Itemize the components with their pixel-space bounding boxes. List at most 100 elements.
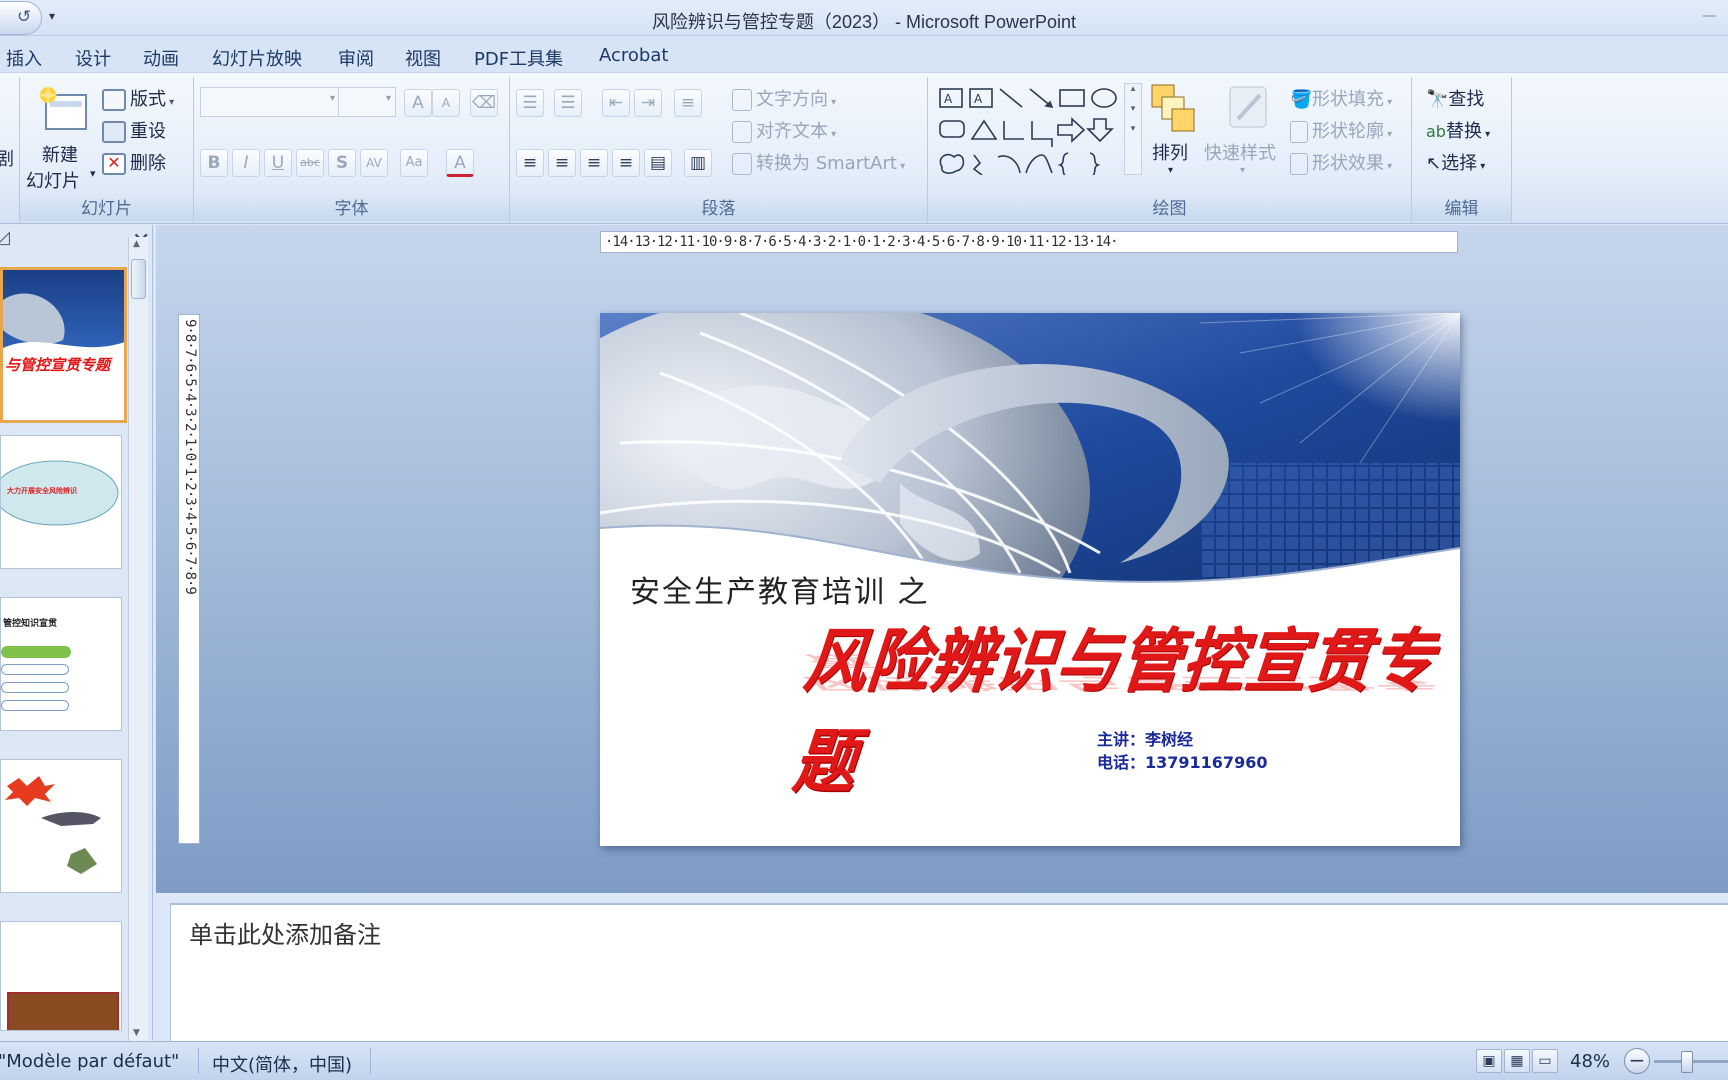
- outline-tab-icon[interactable]: ◿: [0, 227, 10, 248]
- new-slide-dropdown-icon[interactable]: ▾: [90, 167, 96, 180]
- select-label: 选择: [1441, 153, 1478, 174]
- zoom-slider-thumb[interactable]: [1681, 1051, 1693, 1073]
- shape-fill-label: 形状填充: [1312, 89, 1384, 110]
- font-group: ▾ ▾ A A ⌫ B I U abc S AV Aa A 字体: [194, 77, 510, 223]
- strikethrough-button[interactable]: abc: [296, 149, 324, 177]
- distribute-icon[interactable]: ▤: [644, 149, 672, 177]
- shape-effects-label: 形状效果: [1312, 153, 1384, 174]
- find-button[interactable]: 🔭查找: [1426, 85, 1484, 111]
- select-button[interactable]: ↖选择 ▾: [1426, 149, 1485, 175]
- justify-icon[interactable]: ≡: [612, 149, 640, 177]
- scroll-up-icon[interactable]: ▲: [133, 239, 140, 249]
- tab-design[interactable]: 设计: [75, 45, 111, 71]
- line-spacing-icon[interactable]: ≡: [674, 89, 702, 117]
- window-title: 风险辨识与管控专题（2023） - Microsoft PowerPoint: [651, 12, 1077, 32]
- clipboard-fragment-label: 剧: [0, 149, 14, 170]
- status-theme[interactable]: "Modèle par défaut": [0, 1051, 179, 1072]
- thumbnail-3-bar-1: [1, 646, 71, 658]
- tab-slideshow[interactable]: 幻灯片放映: [212, 45, 302, 71]
- bold-button[interactable]: B: [200, 149, 228, 177]
- notes-placeholder[interactable]: 单击此处添加备注: [189, 915, 381, 950]
- text-direction-button[interactable]: 文字方向 ▾: [732, 85, 836, 111]
- delete-button[interactable]: ✕ 删除: [102, 149, 166, 175]
- quick-styles-label[interactable]: 快速样式: [1204, 139, 1276, 165]
- reset-button[interactable]: 重设: [102, 117, 166, 143]
- underline-button[interactable]: U: [264, 149, 292, 177]
- slide-thumbnail-4[interactable]: [0, 759, 122, 893]
- font-color-button[interactable]: A: [446, 149, 474, 177]
- tab-pdf-tools[interactable]: PDF工具集: [474, 45, 563, 71]
- tab-animation[interactable]: 动画: [143, 45, 179, 71]
- slide-thumbnail-1[interactable]: 与管控宣贯专题: [0, 267, 127, 423]
- new-slide-label-1[interactable]: 新建: [42, 141, 78, 167]
- bullets-icon[interactable]: ☰: [516, 89, 544, 117]
- slide-phone[interactable]: 电话：13791167960: [1097, 749, 1267, 773]
- new-slide-icon[interactable]: [36, 83, 92, 139]
- align-right-icon[interactable]: ≡: [580, 149, 608, 177]
- convert-smartart-button[interactable]: 转换为 SmartArt ▾: [732, 149, 905, 175]
- increase-indent-icon[interactable]: ⇥: [634, 89, 662, 117]
- font-group-label: 字体: [194, 197, 509, 221]
- align-center-icon[interactable]: ≡: [548, 149, 576, 177]
- text-shadow-button[interactable]: S: [328, 149, 356, 177]
- layout-button[interactable]: 版式 ▾: [102, 85, 174, 111]
- tab-view[interactable]: 视图: [405, 45, 441, 71]
- thumbnail-scrollbar[interactable]: ▲ ▼: [128, 237, 148, 1042]
- arrange-dropdown-icon[interactable]: ▾: [1168, 165, 1173, 176]
- shape-outline-button[interactable]: 形状轮廓 ▾: [1290, 117, 1392, 143]
- shape-effects-icon: [1290, 153, 1308, 175]
- tab-review[interactable]: 审阅: [338, 45, 374, 71]
- thumbnail-3-title: 管控知识宣贯: [3, 619, 58, 629]
- thumbnail-3-bar-4: [1, 700, 69, 711]
- align-text-button[interactable]: 对齐文本 ▾: [732, 117, 836, 143]
- minimize-icon[interactable]: —: [1702, 8, 1716, 24]
- thumbnail-3-bar-3: [1, 682, 69, 693]
- font-size-combo[interactable]: ▾: [338, 87, 396, 117]
- columns-icon[interactable]: ▥: [684, 149, 712, 177]
- slide-thumbnail-2[interactable]: 大力开展安全风险辨识: [0, 435, 122, 569]
- tab-acrobat[interactable]: Acrobat: [599, 45, 668, 66]
- decrease-indent-icon[interactable]: ⇤: [602, 89, 630, 117]
- zoom-level[interactable]: 48%: [1570, 1051, 1610, 1072]
- shape-effects-button[interactable]: 形状效果 ▾: [1290, 149, 1392, 175]
- numbering-icon[interactable]: ☰: [554, 89, 582, 117]
- shrink-font-icon[interactable]: A: [432, 89, 460, 117]
- replace-button[interactable]: ab替换 ▾: [1426, 117, 1490, 143]
- italic-button[interactable]: I: [232, 149, 260, 177]
- scroll-down-icon[interactable]: ▼: [133, 1028, 140, 1038]
- font-name-dropdown-icon[interactable]: ▾: [330, 93, 335, 104]
- slide-canvas[interactable]: 安全生产教育培训 之 风险辨识与管控宣贯专题 风险辨识与管控宣贯专题 主讲：李树…: [600, 313, 1460, 846]
- char-spacing-button[interactable]: AV: [360, 149, 388, 177]
- align-left-icon[interactable]: ≡: [516, 149, 544, 177]
- svg-text:A: A: [944, 92, 953, 106]
- quick-styles-dropdown-icon[interactable]: ▾: [1240, 165, 1245, 176]
- slide-sorter-view-icon[interactable]: ▦: [1504, 1049, 1530, 1073]
- shapes-scroll[interactable]: ▴ ▾ ▾: [1124, 83, 1142, 175]
- change-case-button[interactable]: Aa: [400, 149, 428, 177]
- drawing-group: A A ▴ ▾ ▾ 排列 ▾ 快速样式 ▾ 🪣形状填充 ▾ 形状轮廓 ▾ 形状效…: [928, 77, 1412, 223]
- slide-title[interactable]: 风险辨识与管控宣贯专题: [789, 604, 1460, 806]
- title-bar: ↺ ▾ 风险辨识与管控专题（2023） - Microsoft PowerPoi…: [0, 0, 1728, 36]
- font-size-dropdown-icon[interactable]: ▾: [386, 93, 391, 104]
- shape-fill-button[interactable]: 🪣形状填充 ▾: [1290, 85, 1392, 111]
- clear-format-icon[interactable]: ⌫: [470, 89, 498, 117]
- shapes-gallery[interactable]: A A: [934, 83, 1124, 178]
- new-slide-label-2[interactable]: 幻灯片: [26, 167, 80, 193]
- zoom-out-icon[interactable]: −: [1624, 1048, 1650, 1074]
- slide-thumbnail-5[interactable]: [0, 921, 122, 1031]
- font-name-combo[interactable]: ▾: [200, 87, 340, 117]
- arrange-label[interactable]: 排列: [1152, 139, 1188, 165]
- slideshow-view-icon[interactable]: ▭: [1532, 1049, 1558, 1073]
- quick-styles-icon[interactable]: [1220, 81, 1276, 137]
- arrange-icon[interactable]: [1146, 81, 1202, 137]
- slide-presenter[interactable]: 主讲：李树经: [1097, 726, 1193, 750]
- grow-font-icon[interactable]: A: [404, 89, 432, 117]
- svg-text:A: A: [974, 92, 983, 106]
- normal-view-icon[interactable]: ▣: [1476, 1049, 1502, 1073]
- scroll-thumb[interactable]: [131, 259, 146, 299]
- ribbon: 剧 新建 幻灯片 ▾ 版式 ▾ 重设 ✕ 删除 幻灯片 ▾ ▾ A A ⌫ B …: [0, 72, 1728, 224]
- slide-thumbnail-3[interactable]: 管控知识宣贯: [0, 597, 122, 731]
- tab-insert[interactable]: 插入: [6, 45, 42, 71]
- status-language[interactable]: 中文(简体，中国): [212, 1051, 352, 1077]
- notes-pane[interactable]: 单击此处添加备注: [170, 903, 1728, 1041]
